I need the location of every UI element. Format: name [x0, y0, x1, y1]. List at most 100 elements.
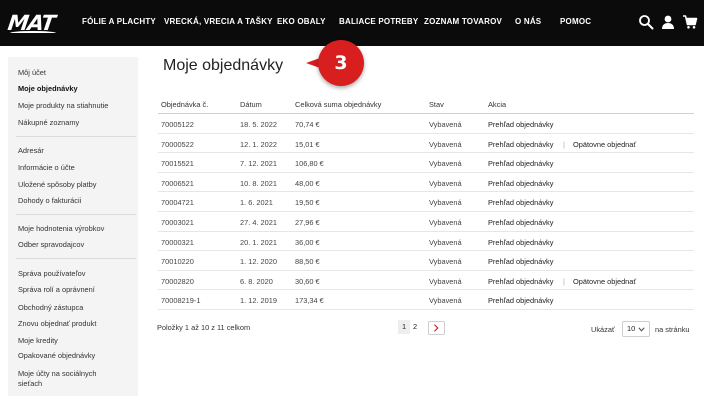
column-header-order[interactable]: Objednávka č.	[161, 100, 208, 109]
table-row: 70003021 27. 4. 2021 27,96 € Vybavená Prehľa…	[158, 212, 694, 232]
per-page-select[interactable]: 10	[622, 321, 650, 337]
sidebar-item-odber-spravodajcov[interactable]: Odber spravodajcov	[18, 240, 84, 250]
view-order-link[interactable]: Prehľad objednávky	[488, 140, 553, 149]
per-page-value: 10	[627, 324, 636, 333]
order-total-cell: 27,96 €	[295, 218, 320, 227]
page-title: Moje objednávky	[163, 57, 284, 74]
order-status-cell: Vybavená	[429, 276, 462, 286]
sidebar-item-nakupne-zoznamy[interactable]: Nákupné zoznamy	[18, 118, 79, 128]
reorder-link[interactable]: Opätovne objednať	[573, 140, 636, 149]
nav-folie-a-plachty[interactable]: FÓLIE A PLACHTY	[82, 17, 156, 26]
sidebar-divider	[16, 258, 136, 259]
table-row: 70006521 10. 8. 2021 48,00 € Vybavená Prehľa…	[158, 173, 694, 193]
view-order-link[interactable]: Prehľad objednávky	[488, 120, 553, 129]
next-page-button[interactable]	[428, 321, 445, 335]
view-order-link[interactable]: Prehľad objednávky	[488, 296, 553, 305]
view-order-link[interactable]: Prehľad objednávky	[488, 198, 553, 207]
order-number-cell: 70015521	[161, 159, 194, 169]
chevron-down-icon	[638, 327, 645, 332]
order-date-cell: 18. 5. 2022	[240, 120, 277, 129]
action-separator: |	[563, 276, 565, 286]
sidebar-item-moje-objednavky[interactable]: Moje objednávky	[18, 84, 78, 94]
nav-o-nas[interactable]: O NÁS	[515, 17, 541, 26]
order-date-cell: 1. 12. 2020	[240, 257, 277, 267]
order-total-cell: 88,50 €	[295, 257, 320, 267]
order-number-cell: 70005122	[161, 120, 194, 129]
table-row: 70008219-1 1. 12. 2019 173,34 € Vybavená Pre…	[158, 290, 694, 310]
sidebar-item-sprava-pouzivatelov[interactable]: Správa používateľov	[18, 269, 85, 279]
page-2-button[interactable]: 2	[409, 320, 421, 334]
site-logo[interactable]: MAT	[6, 10, 62, 36]
sidebar-item-dohody-o-fakturacii[interactable]: Dohody o fakturácii	[18, 196, 81, 206]
table-row: 70004721 1. 6. 2021 19,50 € Vybavená Prehľad…	[158, 192, 694, 212]
column-header-date[interactable]: Dátum	[240, 100, 262, 109]
order-date-cell: 6. 8. 2020	[240, 276, 273, 286]
column-header-status[interactable]: Stav	[429, 100, 444, 109]
order-number-cell: 70000522	[161, 139, 194, 149]
table-header: Objednávka č. Dátum Celková suma objedná…	[158, 96, 694, 114]
search-icon[interactable]	[638, 14, 654, 30]
order-status-cell: Vybavená	[429, 257, 462, 267]
table-row: 70000321 20. 1. 2021 36,00 € Vybavená Prehľa…	[158, 232, 694, 252]
sidebar-item-muj-ucet[interactable]: Môj účet	[18, 68, 46, 78]
per-page-suffix: na stránku	[655, 325, 690, 334]
view-order-link[interactable]: Prehľad objednávky	[488, 179, 553, 188]
nav-pomoc[interactable]: POMOC	[560, 17, 591, 26]
cart-icon[interactable]	[682, 14, 698, 30]
nav-baliace-potreby[interactable]: BALIACE POTREBY	[339, 17, 418, 26]
sidebar-item-sprava-roli[interactable]: Správa rolí a oprávnení	[18, 285, 95, 295]
order-total-cell: 48,00 €	[295, 178, 320, 188]
order-total-cell: 36,00 €	[295, 237, 320, 247]
logo-swoosh	[10, 31, 56, 35]
order-date-cell: 12. 1. 2022	[240, 139, 277, 149]
action-separator: |	[563, 139, 565, 149]
order-total-cell: 106,80 €	[295, 159, 324, 169]
sidebar-item-moje-kredity[interactable]: Moje kredity	[18, 336, 58, 346]
view-order-link[interactable]: Prehľad objednávky	[488, 159, 553, 168]
table-row: 70010220 1. 12. 2020 88,50 € Vybavená Prehľa…	[158, 251, 694, 271]
sidebar-item-znovu-objednat[interactable]: Znovu objednať produkt	[18, 319, 96, 329]
view-order-link[interactable]: Prehľad objednávky	[488, 257, 553, 266]
order-status-cell: Vybavená	[429, 218, 462, 227]
table-row: 70002820 6. 8. 2020 30,60 € Vybavená Prehľad…	[158, 271, 694, 291]
sidebar-item-opakovane-objednavky[interactable]: Opakované objednávky	[18, 351, 95, 361]
order-status-cell: Vybavená	[429, 178, 462, 188]
sidebar-divider	[16, 136, 136, 137]
order-status-cell: Vybavená	[429, 139, 462, 149]
pagination-summary: Položky 1 až 10 z 11 celkom	[157, 323, 251, 332]
order-number-cell: 70004721	[161, 198, 194, 208]
order-number-cell: 70010220	[161, 257, 194, 267]
step-callout-badge: 3	[318, 40, 364, 86]
order-status-cell: Vybavená	[429, 237, 462, 247]
order-total-cell: 173,34 €	[295, 296, 324, 306]
user-icon[interactable]	[660, 14, 676, 30]
order-number-cell: 70008219-1	[161, 296, 201, 306]
order-date-cell: 1. 6. 2021	[240, 198, 273, 208]
order-total-cell: 70,74 €	[295, 120, 320, 129]
column-header-total[interactable]: Celková suma objednávky	[295, 100, 381, 109]
sidebar-item-adresar[interactable]: Adresár	[18, 146, 44, 156]
order-status-cell: Vybavená	[429, 296, 462, 306]
sidebar-item-socialne-siete-line2[interactable]: sieťach	[18, 379, 42, 389]
sidebar-item-socialne-siete[interactable]: Moje účty na sociálnych	[18, 369, 96, 379]
order-total-cell: 15,01 €	[295, 139, 320, 149]
order-date-cell: 20. 1. 2021	[240, 237, 277, 247]
sidebar-item-ulozene-sposoby-platby[interactable]: Uložené spôsoby platby	[18, 180, 96, 190]
order-total-cell: 30,60 €	[295, 276, 320, 286]
order-status-cell: Vybavená	[429, 198, 462, 208]
view-order-link[interactable]: Prehľad objednávky	[488, 238, 553, 247]
sidebar-item-obchodny-zastupca[interactable]: Obchodný zástupca	[18, 303, 83, 313]
sidebar-item-hodnotenia-vyrobkov[interactable]: Moje hodnotenia výrobkov	[18, 224, 104, 234]
sidebar-item-produkty-na-stiahnutie[interactable]: Moje produkty na stiahnutie	[18, 101, 108, 111]
nav-zoznam-tovarov[interactable]: ZOZNAM TOVAROV	[424, 17, 502, 26]
reorder-link[interactable]: Opätovne objednať	[573, 277, 636, 286]
sidebar-item-informacie-o-ucte[interactable]: Informácie o účte	[18, 163, 75, 173]
table-row: 70015521 7. 12. 2021 106,80 € Vybavená Prehľ…	[158, 153, 694, 173]
view-order-link[interactable]: Prehľad objednávky	[488, 277, 553, 286]
nav-eko-obaly[interactable]: EKO OBALY	[277, 17, 326, 26]
account-sidebar: Môj účet Moje objednávky Moje produkty n…	[8, 57, 138, 396]
table-row: 70000522 12. 1. 2022 15,01 € Vybavená Prehľa…	[158, 134, 694, 154]
chevron-right-icon	[434, 324, 439, 332]
view-order-link[interactable]: Prehľad objednávky	[488, 218, 553, 227]
nav-vrecka-vrecia-a-tasky[interactable]: VRECKÁ, VRECIA A TAŠKY	[164, 17, 273, 26]
